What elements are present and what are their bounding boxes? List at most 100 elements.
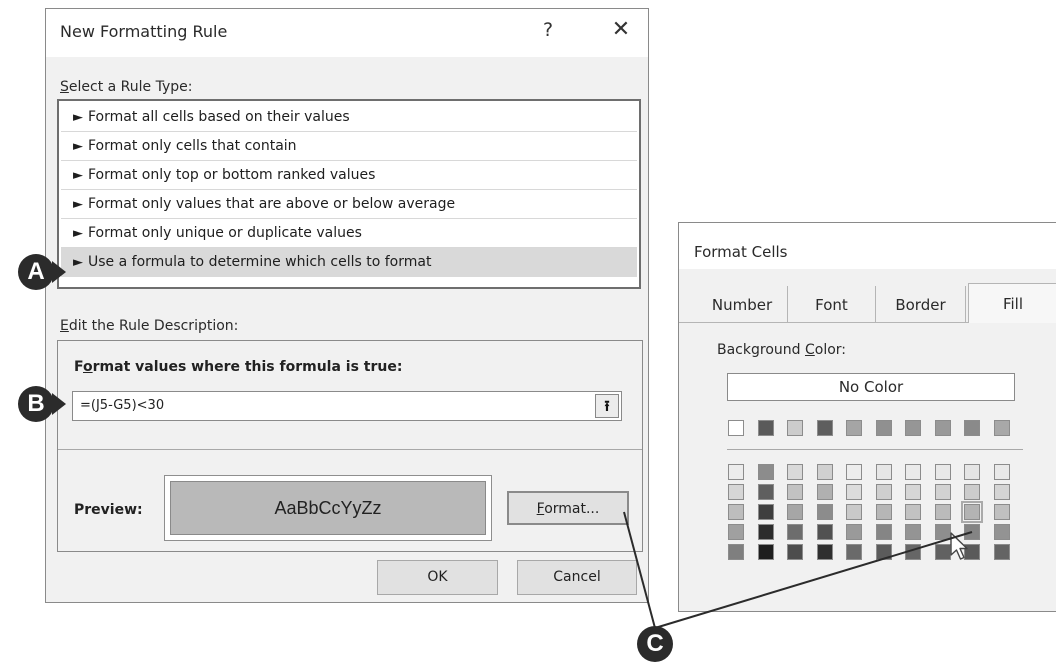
color-swatch[interactable] [846, 484, 862, 500]
dialog-title: New Formatting Rule [60, 22, 228, 41]
color-swatch[interactable] [817, 464, 833, 480]
arrow-icon: ► [73, 110, 83, 125]
arrow-icon: ► [73, 168, 83, 183]
color-swatch[interactable] [787, 484, 803, 500]
formula-input[interactable]: =(J5-G5)<30 [72, 391, 622, 421]
color-swatch[interactable] [758, 524, 774, 540]
tab-fill[interactable]: Fill [968, 283, 1056, 323]
preview-label: Preview: [74, 502, 143, 518]
color-swatch[interactable] [817, 504, 833, 520]
color-swatch[interactable] [994, 504, 1010, 520]
color-swatch[interactable] [961, 501, 983, 523]
color-swatch[interactable] [846, 420, 862, 436]
color-swatch[interactable] [994, 484, 1010, 500]
color-swatch[interactable] [817, 544, 833, 560]
callout-pointer [52, 393, 66, 415]
tab-border[interactable]: Border [876, 286, 966, 322]
color-swatch[interactable] [876, 504, 892, 520]
rule-type-item[interactable]: ► Format only cells that contain [61, 132, 637, 161]
help-button[interactable]: ? [537, 19, 559, 41]
color-swatch[interactable] [787, 464, 803, 480]
color-swatch[interactable] [876, 484, 892, 500]
color-swatch[interactable] [846, 544, 862, 560]
color-swatch[interactable] [964, 464, 980, 480]
color-swatch[interactable] [728, 504, 744, 520]
color-swatch[interactable] [728, 484, 744, 500]
callout-pointer [52, 261, 66, 283]
color-swatch[interactable] [876, 464, 892, 480]
color-swatch[interactable] [935, 420, 951, 436]
color-swatch[interactable] [935, 484, 951, 500]
rule-type-list[interactable]: ► Format all cells based on their values … [57, 99, 641, 289]
no-color-button[interactable]: No Color [727, 373, 1015, 401]
color-swatch[interactable] [876, 420, 892, 436]
color-swatch[interactable] [758, 504, 774, 520]
arrow-icon: ► [73, 226, 83, 241]
color-swatch[interactable] [728, 544, 744, 560]
arrow-icon: ► [73, 139, 83, 154]
color-swatch[interactable] [935, 464, 951, 480]
select-rule-type-label: Select a Rule Type: [60, 79, 193, 95]
tab-number[interactable]: Number [697, 286, 788, 322]
color-swatch[interactable] [817, 420, 833, 436]
color-swatch[interactable] [758, 464, 774, 480]
color-swatch[interactable] [846, 504, 862, 520]
color-swatch[interactable] [905, 504, 921, 520]
tab-strip-border [679, 322, 969, 323]
callout-badge-b: B [18, 386, 54, 422]
color-swatch[interactable] [787, 504, 803, 520]
dialog-title: Format Cells [694, 243, 788, 261]
color-swatch[interactable] [787, 544, 803, 560]
color-swatch[interactable] [935, 504, 951, 520]
color-swatch[interactable] [787, 524, 803, 540]
collapse-dialog-icon[interactable]: ⭱ [595, 394, 619, 418]
rule-type-item[interactable]: ► Format all cells based on their values [61, 103, 637, 132]
cancel-button[interactable]: Cancel [517, 560, 637, 595]
color-swatch[interactable] [728, 464, 744, 480]
callout-badge-c: C [637, 626, 673, 662]
color-swatch[interactable] [876, 544, 892, 560]
color-swatch[interactable] [846, 464, 862, 480]
background-color-label: Background Color: [717, 342, 847, 358]
color-swatch[interactable] [994, 420, 1010, 436]
color-swatch[interactable] [817, 524, 833, 540]
color-swatch[interactable] [728, 524, 744, 540]
color-swatch[interactable] [994, 544, 1010, 560]
arrow-icon: ► [73, 197, 83, 212]
color-swatch[interactable] [994, 524, 1010, 540]
color-swatch[interactable] [964, 484, 980, 500]
rule-type-item[interactable]: ► Format only top or bottom ranked values [61, 161, 637, 190]
edit-rule-description-label: Edit the Rule Description: [60, 318, 239, 334]
close-icon[interactable]: ✕ [608, 17, 634, 42]
format-button[interactable]: Format... [507, 491, 629, 525]
ok-button[interactable]: OK [377, 560, 498, 595]
mouse-pointer-icon [950, 532, 968, 560]
preview-box: AaBbCcYyZz [164, 475, 492, 541]
color-swatch[interactable] [876, 524, 892, 540]
tab-font[interactable]: Font [788, 286, 876, 322]
color-swatch[interactable] [787, 420, 803, 436]
preview-sample: AaBbCcYyZz [170, 481, 486, 535]
rule-type-item[interactable]: ► Format only unique or duplicate values [61, 219, 637, 248]
color-swatch[interactable] [905, 420, 921, 436]
format-cells-dialog: Format Cells Number Font Border Fill Bac… [678, 222, 1056, 612]
color-swatch[interactable] [994, 464, 1010, 480]
color-swatch[interactable] [758, 484, 774, 500]
color-swatch[interactable] [905, 524, 921, 540]
separator [58, 449, 642, 450]
color-swatch[interactable] [905, 464, 921, 480]
separator [727, 449, 1023, 450]
arrow-icon: ► [73, 255, 83, 270]
color-swatch[interactable] [817, 484, 833, 500]
color-swatch[interactable] [728, 420, 744, 436]
color-swatch[interactable] [905, 544, 921, 560]
color-swatch[interactable] [964, 420, 980, 436]
callout-badge-a: A [18, 254, 54, 290]
color-swatch[interactable] [905, 484, 921, 500]
color-swatch[interactable] [846, 524, 862, 540]
color-swatch[interactable] [758, 544, 774, 560]
rule-type-item-selected[interactable]: ► Use a formula to determine which cells … [61, 248, 637, 277]
formula-label: Format values where this formula is true… [74, 359, 403, 375]
rule-type-item[interactable]: ► Format only values that are above or be… [61, 190, 637, 219]
color-swatch[interactable] [758, 420, 774, 436]
